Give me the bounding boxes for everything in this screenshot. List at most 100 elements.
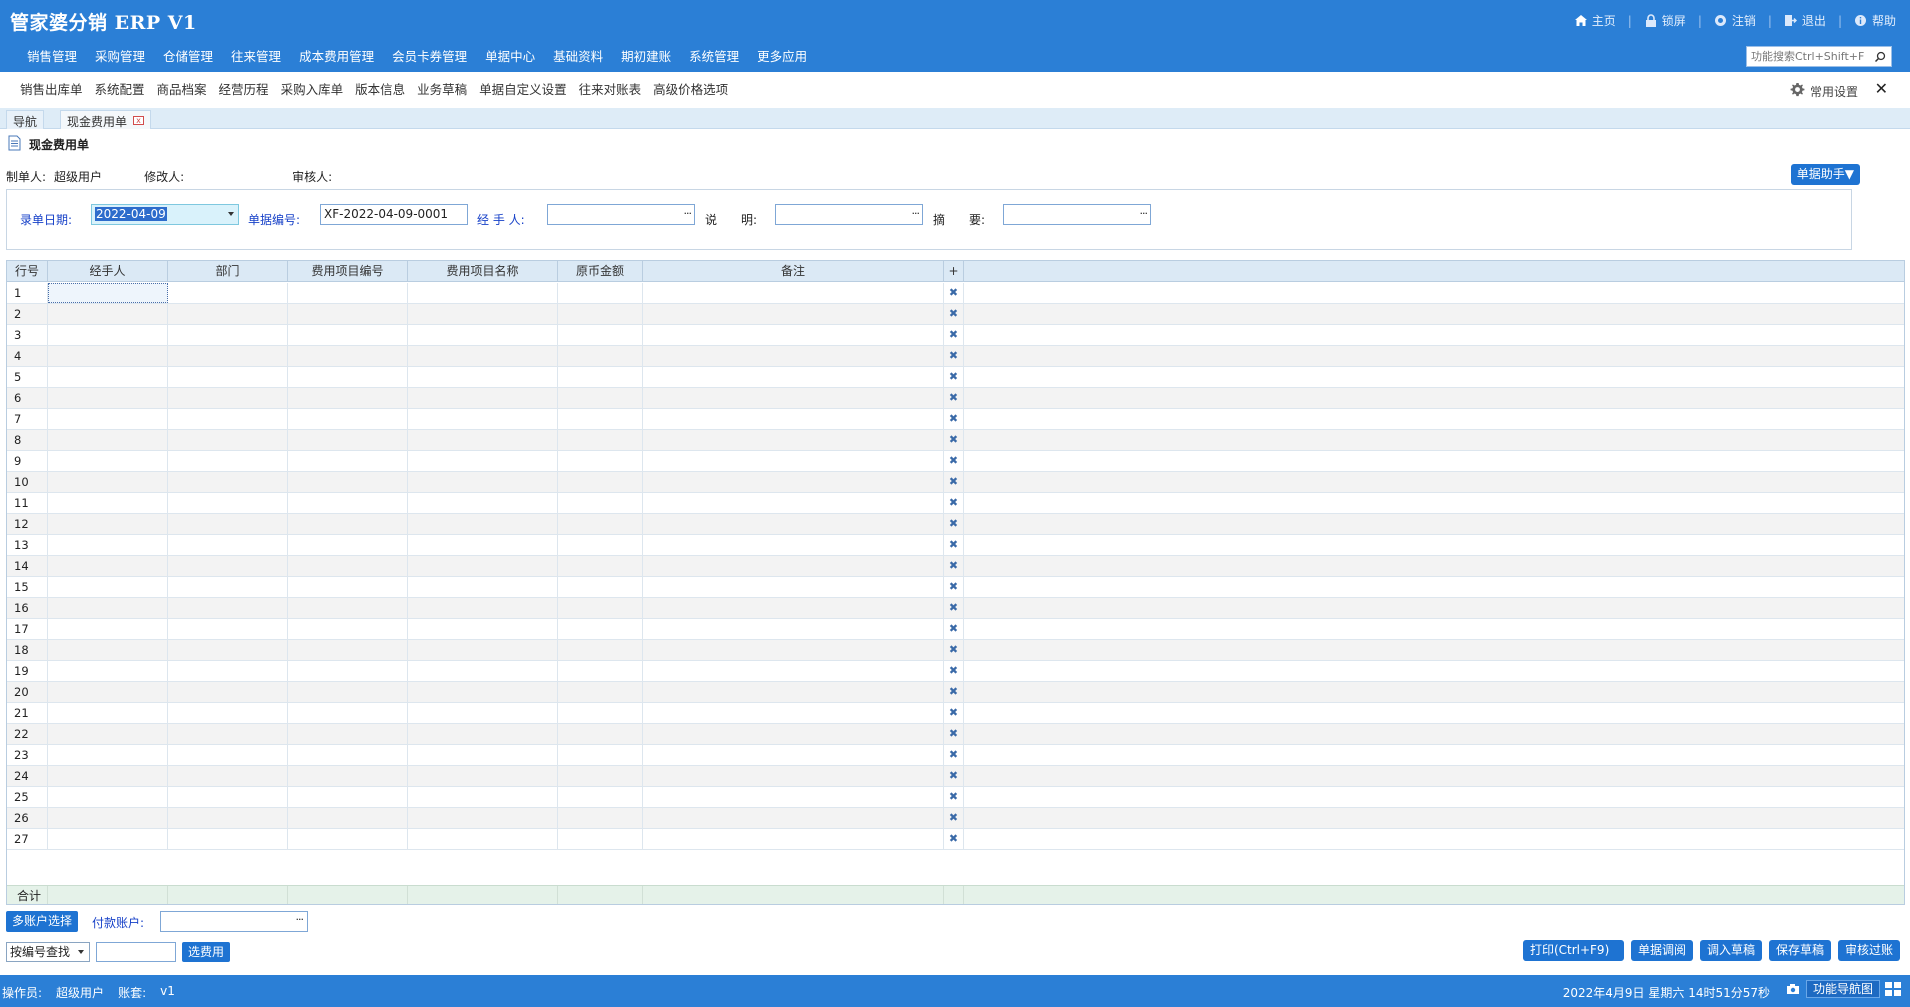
item-code-cell[interactable]	[288, 409, 408, 429]
doc-number-field[interactable]: XF-2022-04-09-0001	[320, 204, 468, 225]
help-link[interactable]: 帮助	[1854, 12, 1896, 29]
item-name-cell[interactable]	[408, 682, 558, 702]
item-code-cell[interactable]	[288, 808, 408, 828]
delete-row-icon[interactable]: ✖	[944, 283, 964, 303]
item-name-cell[interactable]	[408, 829, 558, 849]
department-cell[interactable]	[168, 367, 288, 387]
remark-cell[interactable]	[643, 304, 944, 324]
handler-cell[interactable]	[48, 766, 168, 786]
tab-navigation[interactable]: 导航	[6, 110, 45, 129]
amount-cell[interactable]	[558, 724, 643, 744]
delete-row-icon[interactable]: ✖	[944, 367, 964, 387]
remark-cell[interactable]	[643, 745, 944, 765]
amount-cell[interactable]	[558, 472, 643, 492]
remark-cell[interactable]	[643, 388, 944, 408]
query-mode-select[interactable]: 按编号查找	[6, 942, 90, 962]
item-name-cell[interactable]	[408, 766, 558, 786]
department-cell[interactable]	[168, 409, 288, 429]
remark-cell[interactable]	[643, 829, 944, 849]
delete-row-icon[interactable]: ✖	[944, 577, 964, 597]
column-header-item-name[interactable]: 费用项目名称	[408, 261, 558, 282]
delete-row-icon[interactable]: ✖	[944, 619, 964, 639]
logout-link[interactable]: 注销	[1714, 12, 1756, 29]
delete-row-icon[interactable]: ✖	[944, 409, 964, 429]
delete-row-icon[interactable]: ✖	[944, 661, 964, 681]
quick-item-history[interactable]: 经营历程	[213, 79, 275, 98]
nav-item-cost[interactable]: 成本费用管理	[290, 48, 383, 66]
department-cell[interactable]	[168, 640, 288, 660]
item-code-cell[interactable]	[288, 766, 408, 786]
department-cell[interactable]	[168, 304, 288, 324]
department-cell[interactable]	[168, 535, 288, 555]
ellipsis-icon[interactable]: ···	[684, 204, 692, 223]
remark-cell[interactable]	[643, 514, 944, 534]
audit-post-button[interactable]: 审核过账	[1837, 940, 1900, 961]
handler-cell[interactable]	[48, 661, 168, 681]
item-code-cell[interactable]	[288, 640, 408, 660]
nav-map-button[interactable]: 功能导航图	[1805, 980, 1880, 998]
department-cell[interactable]	[168, 787, 288, 807]
item-code-cell[interactable]	[288, 472, 408, 492]
handler-cell[interactable]	[48, 283, 168, 303]
load-draft-button[interactable]: 调入草稿	[1699, 940, 1762, 961]
item-code-cell[interactable]	[288, 283, 408, 303]
item-code-cell[interactable]	[288, 745, 408, 765]
remark-cell[interactable]	[643, 472, 944, 492]
remark-cell[interactable]	[643, 367, 944, 387]
department-cell[interactable]	[168, 283, 288, 303]
delete-row-icon[interactable]: ✖	[944, 451, 964, 471]
item-name-cell[interactable]	[408, 535, 558, 555]
item-code-cell[interactable]	[288, 451, 408, 471]
nav-item-accounts[interactable]: 往来管理	[222, 48, 290, 66]
home-link[interactable]: 主页	[1574, 12, 1616, 29]
handler-cell[interactable]	[48, 451, 168, 471]
item-code-cell[interactable]	[288, 829, 408, 849]
remark-cell[interactable]	[643, 430, 944, 450]
department-cell[interactable]	[168, 682, 288, 702]
delete-row-icon[interactable]: ✖	[944, 829, 964, 849]
document-lookup-button[interactable]: 单据调阅	[1630, 940, 1693, 961]
amount-cell[interactable]	[558, 493, 643, 513]
remark-cell[interactable]	[643, 703, 944, 723]
quick-item-reconcile[interactable]: 往来对账表	[573, 79, 648, 98]
department-cell[interactable]	[168, 346, 288, 366]
amount-cell[interactable]	[558, 577, 643, 597]
item-code-cell[interactable]	[288, 577, 408, 597]
item-name-cell[interactable]	[408, 514, 558, 534]
remark-cell[interactable]	[643, 346, 944, 366]
item-name-cell[interactable]	[408, 430, 558, 450]
handler-cell[interactable]	[48, 703, 168, 723]
choose-fee-button[interactable]: 选费用	[182, 942, 231, 962]
item-name-cell[interactable]	[408, 388, 558, 408]
amount-cell[interactable]	[558, 766, 643, 786]
item-code-cell[interactable]	[288, 682, 408, 702]
column-header-amount[interactable]: 原币金额	[558, 261, 643, 282]
delete-row-icon[interactable]: ✖	[944, 556, 964, 576]
nav-item-purchase[interactable]: 采购管理	[86, 48, 154, 66]
item-name-cell[interactable]	[408, 325, 558, 345]
quick-item-products[interactable]: 商品档案	[151, 79, 213, 98]
grid-view-icon[interactable]	[1884, 980, 1902, 998]
quick-item-sales-out[interactable]: 销售出库单	[14, 79, 89, 98]
item-code-cell[interactable]	[288, 430, 408, 450]
handler-field[interactable]: ···	[547, 204, 695, 225]
delete-row-icon[interactable]: ✖	[944, 682, 964, 702]
amount-cell[interactable]	[558, 682, 643, 702]
amount-cell[interactable]	[558, 640, 643, 660]
nav-item-system[interactable]: 系统管理	[680, 48, 748, 66]
handler-cell[interactable]	[48, 367, 168, 387]
department-cell[interactable]	[168, 619, 288, 639]
item-code-cell[interactable]	[288, 661, 408, 681]
common-settings-link[interactable]: 常用设置	[1790, 82, 1858, 100]
department-cell[interactable]	[168, 703, 288, 723]
delete-row-icon[interactable]: ✖	[944, 808, 964, 828]
item-name-cell[interactable]	[408, 472, 558, 492]
item-code-cell[interactable]	[288, 346, 408, 366]
item-name-cell[interactable]	[408, 367, 558, 387]
remark-cell[interactable]	[643, 535, 944, 555]
handler-cell[interactable]	[48, 472, 168, 492]
item-name-cell[interactable]	[408, 703, 558, 723]
remark-cell[interactable]	[643, 640, 944, 660]
item-code-cell[interactable]	[288, 619, 408, 639]
remark-cell[interactable]	[643, 493, 944, 513]
